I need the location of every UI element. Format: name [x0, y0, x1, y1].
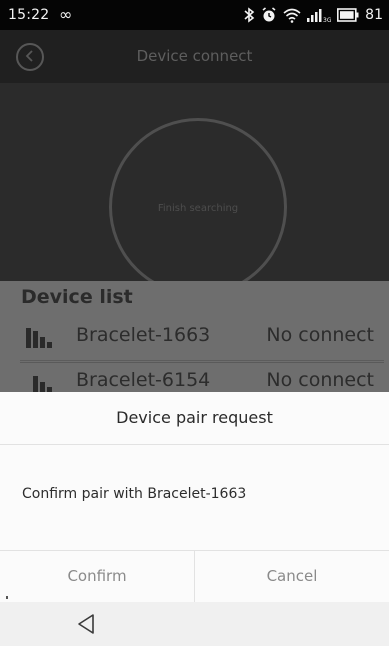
signal-bars-icon	[26, 328, 52, 348]
infinity-icon: ∞	[59, 5, 73, 24]
battery-level: 81	[365, 7, 383, 23]
divider	[0, 444, 389, 445]
status-icons: 3G 81	[243, 0, 383, 30]
app-header: Device connect	[0, 30, 389, 83]
signal-bars-icon	[26, 373, 52, 393]
device-name: Bracelet-1663	[76, 324, 211, 346]
triangle-back-icon[interactable]	[74, 611, 98, 637]
status-bar: 15:22 ∞ 3G 81	[0, 0, 389, 30]
page-title: Device connect	[136, 47, 253, 65]
search-status: Finish searching	[157, 203, 239, 214]
dialog-message: Confirm pair with Bracelet-1663	[22, 486, 247, 502]
device-status: No connect	[266, 324, 374, 346]
alarm-icon	[261, 7, 277, 23]
cancel-button[interactable]: Cancel	[195, 550, 389, 602]
pair-dialog: Device pair request Confirm pair with Br…	[0, 392, 389, 602]
navigation-bar	[0, 602, 389, 646]
svg-text:3G: 3G	[323, 17, 331, 23]
confirm-button[interactable]: Confirm	[0, 550, 194, 602]
dialog-actions: Confirm Cancel	[0, 550, 389, 602]
screen: 15:22 ∞ 3G 81 Device connect Finish sear…	[0, 0, 389, 646]
divider	[20, 360, 384, 361]
device-list: Device list Bracelet-1663 No connect Bra…	[0, 281, 389, 393]
bluetooth-icon	[243, 7, 255, 23]
search-area: Finish searching	[0, 83, 389, 296]
edge-mark	[6, 596, 8, 599]
device-list-title: Device list	[21, 286, 133, 308]
signal-icon: 3G	[307, 7, 331, 23]
battery-icon	[337, 8, 359, 22]
list-item[interactable]: Bracelet-1663 No connect	[20, 318, 384, 357]
status-time: 15:22	[8, 7, 50, 23]
wifi-icon	[283, 7, 301, 23]
device-name: Bracelet-6154	[76, 369, 211, 391]
dialog-title: Device pair request	[116, 408, 273, 427]
device-status: No connect	[266, 369, 374, 391]
